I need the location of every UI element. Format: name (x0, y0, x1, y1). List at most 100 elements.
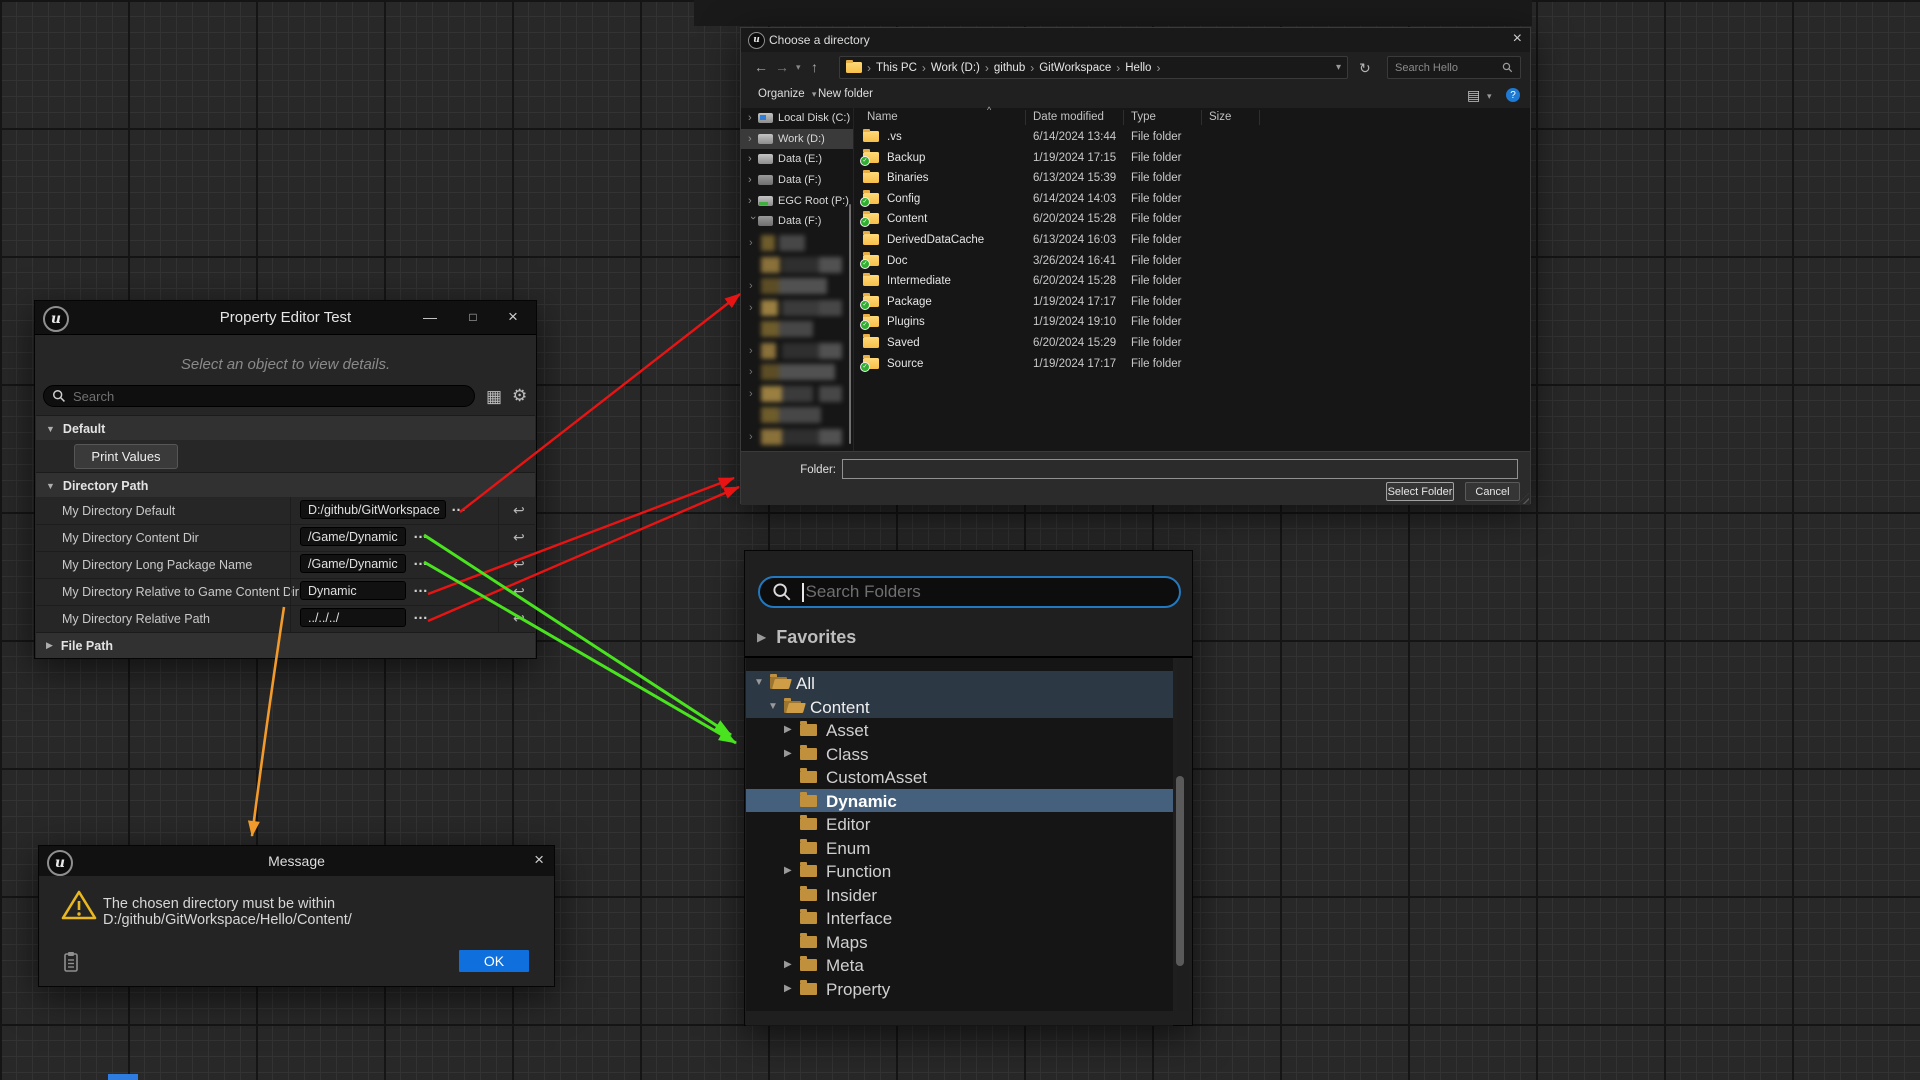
column-size[interactable]: Size (1209, 111, 1231, 123)
reset-to-default-button[interactable]: ↩ (513, 583, 525, 600)
tree-row-property[interactable]: ▶Property (746, 977, 1173, 1001)
address-dropdown-icon[interactable]: ▾ (1336, 62, 1341, 73)
back-icon[interactable]: ← (754, 59, 768, 75)
display-mode-icon[interactable]: ▦ (486, 387, 502, 407)
property-value-field[interactable]: D:/github/GitWorkspace (300, 500, 446, 519)
maximize-button[interactable]: □ (463, 307, 483, 327)
tree-row-dynamic[interactable]: Dynamic (746, 789, 1173, 813)
breadcrumb-item[interactable]: Hello (1125, 62, 1151, 74)
file-row[interactable]: ✓Plugins1/19/2024 19:10File folder (853, 312, 1530, 333)
dialog-titlebar[interactable]: u Choose a directory × (741, 28, 1530, 52)
column-type[interactable]: Type (1131, 111, 1156, 123)
expand-chevron-icon[interactable]: › (748, 174, 758, 186)
ok-button[interactable]: OK (459, 950, 529, 972)
breadcrumb-item[interactable]: Work (D:) (931, 62, 980, 74)
column-separator[interactable] (1025, 110, 1026, 125)
tree-expand-icon[interactable]: ▶ (784, 983, 792, 994)
expand-chevron-icon[interactable]: › (748, 112, 758, 124)
minimize-button[interactable]: — (420, 307, 440, 327)
sidebar-item[interactable]: ›Local Disk (C:) (741, 108, 853, 129)
favorites-section[interactable]: ▶ Favorites (745, 619, 1192, 655)
section-directory-path[interactable]: ▼ Directory Path (36, 472, 535, 498)
folder-name-input[interactable] (842, 459, 1518, 479)
reset-to-default-button[interactable]: ↩ (513, 529, 525, 546)
tree-row-maps[interactable]: Maps (746, 930, 1173, 954)
tree-row-meta[interactable]: ▶Meta (746, 953, 1173, 977)
browse-ellipsis-button[interactable]: … (451, 498, 467, 515)
sidebar-item[interactable]: ›Data (F:) (741, 211, 853, 232)
search-folders-input[interactable]: Search Folders (758, 576, 1181, 608)
tree-row-content[interactable]: ▼Content (746, 695, 1173, 719)
file-row[interactable]: ✓Doc3/26/2024 16:41File folder (853, 251, 1530, 272)
tree-row-all[interactable]: ▼All (746, 671, 1173, 695)
tree-row-insider[interactable]: Insider (746, 883, 1173, 907)
property-value-field[interactable]: /Game/Dynamic (300, 554, 406, 573)
tree-row-asset[interactable]: ▶Asset (746, 718, 1173, 742)
refresh-icon[interactable]: ↻ (1359, 60, 1371, 77)
browse-ellipsis-button[interactable]: … (413, 525, 429, 542)
file-row[interactable]: Saved6/20/2024 15:29File folder (853, 333, 1530, 354)
tree-scrollbar-track[interactable] (1177, 658, 1189, 1013)
breadcrumb[interactable]: ›This PC›Work (D:)›github›GitWorkspace›H… (839, 56, 1348, 79)
close-icon[interactable]: × (503, 307, 523, 327)
column-separator[interactable] (1123, 110, 1124, 125)
reset-to-default-button[interactable]: ↩ (513, 502, 525, 519)
file-row[interactable]: Intermediate6/20/2024 15:28File folder (853, 271, 1530, 292)
file-row[interactable]: ✓Package1/19/2024 17:17File folder (853, 292, 1530, 313)
breadcrumb-item[interactable]: GitWorkspace (1039, 62, 1111, 74)
browse-ellipsis-button[interactable]: … (413, 606, 429, 623)
sidebar-item[interactable]: ›EGC Root (P:) (741, 190, 853, 211)
select-folder-button[interactable]: Select Folder (1386, 482, 1454, 501)
file-row[interactable]: ✓Backup1/19/2024 17:15File folder (853, 148, 1530, 169)
view-dropdown-icon[interactable]: ▾ (1487, 91, 1492, 102)
history-dropdown-icon[interactable]: ▾ (796, 62, 801, 73)
close-icon[interactable]: × (534, 850, 544, 870)
column-name[interactable]: Name (867, 111, 898, 123)
organize-button[interactable]: Organize ▾ (758, 88, 816, 100)
file-row[interactable]: ✓Config6/14/2024 14:03File folder (853, 189, 1530, 210)
sidebar-scrollbar[interactable] (849, 204, 852, 444)
tree-row-function[interactable]: ▶Function (746, 859, 1173, 883)
cancel-button[interactable]: Cancel (1465, 482, 1520, 501)
file-row[interactable]: DerivedDataCache6/13/2024 16:03File fold… (853, 230, 1530, 251)
tree-expand-icon[interactable]: ▼ (768, 701, 778, 712)
tree-expand-icon[interactable]: ▶ (784, 959, 792, 970)
property-value-field[interactable]: ../../../ (300, 608, 406, 627)
tree-expand-icon[interactable]: ▶ (784, 748, 792, 759)
column-separator[interactable] (1259, 110, 1260, 125)
tree-scrollbar-thumb[interactable] (1176, 776, 1184, 966)
copy-to-clipboard-icon[interactable] (63, 951, 79, 973)
tree-row-class[interactable]: ▶Class (746, 742, 1173, 766)
property-value-field[interactable]: /Game/Dynamic (300, 527, 406, 546)
message-titlebar[interactable]: u Message × (39, 846, 554, 876)
column-separator[interactable] (1201, 110, 1202, 125)
sidebar-item[interactable]: ›Data (E:) (741, 149, 853, 170)
search-input[interactable]: Search Hello (1387, 56, 1521, 79)
sidebar-item[interactable]: ›Data (F:) (741, 170, 853, 191)
file-row[interactable]: ✓Content6/20/2024 15:28File folder (853, 209, 1530, 230)
print-values-button[interactable]: Print Values (74, 444, 178, 469)
property-value-field[interactable]: Dynamic (300, 581, 406, 600)
section-file-path[interactable]: ▶ File Path (36, 632, 535, 658)
forward-icon[interactable]: → (775, 59, 789, 75)
up-icon[interactable]: ↑ (811, 59, 818, 75)
new-folder-button[interactable]: New folder (818, 88, 873, 100)
expand-chevron-icon[interactable]: › (748, 195, 758, 207)
search-input[interactable]: Search (43, 385, 475, 407)
browse-ellipsis-button[interactable]: … (413, 579, 429, 596)
view-mode-icon[interactable]: ▤ (1467, 87, 1480, 104)
property-editor-titlebar[interactable]: u Property Editor Test — □ × (35, 301, 536, 335)
close-icon[interactable]: × (1513, 30, 1522, 48)
browse-ellipsis-button[interactable]: … (413, 552, 429, 569)
tree-row-editor[interactable]: Editor (746, 812, 1173, 836)
help-icon[interactable]: ? (1506, 88, 1520, 102)
tree-row-customasset[interactable]: CustomAsset (746, 765, 1173, 789)
expand-chevron-icon[interactable]: › (748, 133, 758, 145)
reset-to-default-button[interactable]: ↩ (513, 556, 525, 573)
tree-expand-icon[interactable]: ▼ (754, 677, 764, 688)
section-default[interactable]: ▼ Default (36, 415, 535, 441)
column-date-modified[interactable]: Date modified (1033, 111, 1104, 123)
sidebar-item[interactable]: ›Work (D:) (741, 129, 853, 150)
tree-expand-icon[interactable]: ▶ (784, 865, 792, 876)
breadcrumb-item[interactable]: This PC (876, 62, 917, 74)
